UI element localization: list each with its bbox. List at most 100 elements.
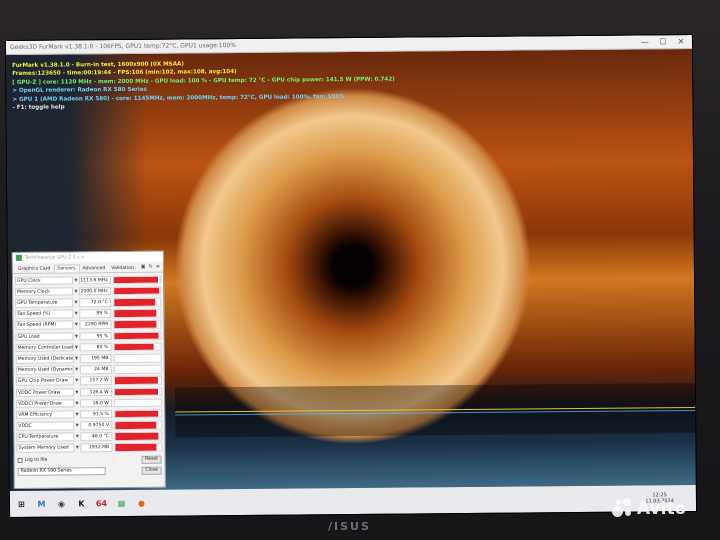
monitor-screen: Geeks3D FurMark v1.38.1.0 - 106FPS, GPU1… <box>5 35 697 517</box>
reset-button[interactable]: Reset <box>141 455 162 464</box>
sensor-graph-bar <box>115 432 159 440</box>
sensor-label: Memory Controller Load <box>15 343 74 353</box>
sensor-value: 16.0 W <box>79 398 112 408</box>
sensor-label: Fan Speed (RPM) <box>15 320 74 330</box>
sensor-graph-bar <box>114 410 158 418</box>
sensor-label: VDDC <box>16 421 75 431</box>
gpuz-logo-icon <box>15 254 22 261</box>
tab-advanced[interactable]: Advanced <box>80 265 109 272</box>
log-row: Log to file Reset <box>15 452 165 464</box>
avito-logo-icon <box>612 498 634 520</box>
sensor-row: VDDC Power Draw ▼ 126.4 W <box>15 387 163 398</box>
sensor-value: 72.0 °C <box>78 298 111 307</box>
sensor-graph-bar <box>113 298 156 306</box>
sensor-value: 80 % <box>79 342 112 352</box>
refresh-icon[interactable]: ↻ <box>148 264 152 270</box>
sensor-value: 126.4 W <box>79 387 112 397</box>
sensor-graph-bar <box>114 377 158 384</box>
sensor-value: 1113.6 MHz <box>78 275 111 285</box>
close-icon[interactable]: ✕ <box>674 36 688 47</box>
sensor-graph <box>114 431 163 441</box>
sensor-label: GPU Chip Power Draw <box>15 376 74 386</box>
sensor-row: Fan Speed (RPM) ▼ 2290 RPM <box>15 319 162 330</box>
sensor-graph <box>113 375 162 385</box>
sensor-label: VRM Efficiency <box>16 410 75 420</box>
sensor-graph <box>114 443 163 453</box>
sensor-row: GPU Clock ▼ 1113.6 MHz <box>14 275 162 286</box>
chat-icon[interactable]: ◉ <box>54 496 69 511</box>
sensor-value: 1932 MB <box>80 443 113 453</box>
sensor-graph <box>113 331 162 341</box>
furmark-temperature-graph <box>174 383 696 438</box>
gpuz-toolbar: ▣ ↻ ≡ <box>141 264 163 272</box>
minimize-icon[interactable]: — <box>638 36 652 47</box>
maximize-icon[interactable]: ☐ <box>656 36 670 47</box>
gpu-select[interactable]: Radeon RX 580 Series <box>17 466 106 476</box>
sensor-value: 0.9750 V <box>80 421 113 431</box>
tab-validation[interactable]: Validation <box>108 265 137 272</box>
sensor-row: VDDCI Power Draw ▼ 16.0 W <box>16 398 163 409</box>
sensor-row: Memory Clock ▼ 2000.0 MHz <box>15 286 162 297</box>
sensor-graph <box>113 353 162 363</box>
sensor-graph <box>113 387 163 397</box>
sensor-graph <box>113 342 162 352</box>
sensor-label: Memory Clock <box>15 287 74 297</box>
furmark-title: Geeks3D FurMark v1.38.1.0 - 106FPS, GPU1… <box>9 41 236 51</box>
sensor-value: 95 % <box>79 331 112 341</box>
log-to-file-checkbox[interactable] <box>17 458 23 464</box>
monitor-brand-logo: /ISUS <box>328 520 371 533</box>
sensor-label: VDDCI Power Draw <box>16 399 75 409</box>
sensor-label: Memory Used (Dynamic) <box>15 365 74 375</box>
sensor-list: GPU Clock ▼ 1113.6 MHz Memory Clock ▼ 2000.0 … <box>13 273 165 454</box>
sensor-graph <box>113 409 163 419</box>
tab-sensors[interactable]: Sensors <box>53 264 80 273</box>
sensor-row: Memory Controller Load ▼ 80 % <box>15 342 162 353</box>
furmark-icon[interactable]: ● <box>134 495 149 510</box>
gpuz-title: TechPowerUp GPU-Z 2.x.x <box>24 254 85 261</box>
sensor-graph <box>113 398 163 408</box>
sensor-value: 157.2 W <box>79 376 112 386</box>
close-button[interactable]: Close <box>141 466 162 475</box>
start-icon[interactable]: ⊞ <box>14 496 29 511</box>
sensor-graph-bar <box>114 332 159 340</box>
sensor-value: 24 MB <box>79 365 112 375</box>
photo-frame: { "furmark": { "title": "Geeks3D FurMark… <box>0 0 720 540</box>
sensor-value: 89 % <box>79 309 112 319</box>
k-app-icon[interactable]: K <box>74 496 89 511</box>
sensor-graph-bar <box>115 444 157 452</box>
watermark-text: Avito <box>637 499 687 519</box>
sensor-label: Fan Speed (%) <box>15 309 74 319</box>
tab-graphics-card[interactable]: Graphics Card <box>15 266 54 273</box>
menu-icon[interactable]: ≡ <box>156 264 160 270</box>
sensor-graph <box>112 297 162 307</box>
sensor-row: GPU Temperature ▼ 72.0 °C <box>15 297 162 308</box>
aida64-icon[interactable]: 64 <box>94 496 109 511</box>
sensor-graph <box>112 275 162 285</box>
gpuz-window: TechPowerUp GPU-Z 2.x.x Graphics Card Se… <box>11 250 166 489</box>
sensor-label: GPU Temperature <box>15 298 74 308</box>
log-to-file-label: Log to file <box>24 457 48 464</box>
sensor-graph-bar <box>114 388 158 396</box>
sensor-row: VDDC ▼ 0.9750 V <box>16 420 163 431</box>
sensor-graph <box>112 286 162 296</box>
sensor-graph <box>113 364 162 374</box>
furmark-titlebar[interactable]: Geeks3D FurMark v1.38.1.0 - 106FPS, GPU1… <box>5 35 693 56</box>
sensor-row: Fan Speed (%) ▼ 89 % <box>15 308 162 319</box>
camera-icon[interactable]: ▣ <box>141 264 146 270</box>
sensor-graph-bar <box>114 343 154 351</box>
taskbar-icons: ⊞ M ◉ K 64 ▦ ● <box>14 495 149 511</box>
sensor-value: 2290 RPM <box>79 320 112 330</box>
sensor-value: 195 MB <box>79 354 112 363</box>
furmark-stats-overlay: FurMark v1.38.1.0 - Burn-in test, 1600x9… <box>12 60 395 113</box>
sensor-row: Memory Used (Dynamic) ▼ 24 MB <box>15 364 162 375</box>
sensor-graph <box>113 420 163 430</box>
mail-icon[interactable]: M <box>34 496 49 511</box>
sensor-row: VRM Efficiency ▼ 91.5 % <box>16 409 163 420</box>
sensor-graph-bar <box>114 309 157 317</box>
gpuz-icon[interactable]: ▦ <box>114 495 129 510</box>
sensor-row: GPU Chip Power Draw ▼ 157.2 W <box>15 375 162 386</box>
sensor-graph-bar <box>114 421 157 429</box>
window-controls: — ☐ ✕ <box>638 36 688 47</box>
sensor-row: CPU Temperature ▼ 46.0 °C <box>16 431 163 442</box>
sensor-row: GPU Load ▼ 95 % <box>15 331 162 342</box>
